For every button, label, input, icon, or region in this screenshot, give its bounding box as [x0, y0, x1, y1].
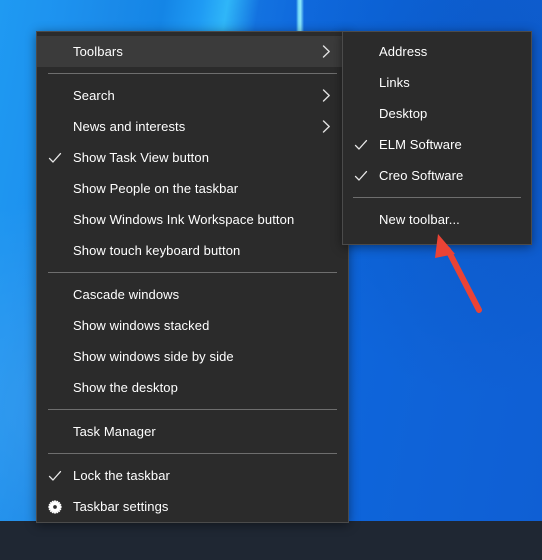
menu-item-lock-the-taskbar[interactable]: Lock the taskbar — [37, 460, 348, 491]
menu-item-icon-slot — [37, 372, 73, 403]
menu-item-icon-slot — [343, 67, 379, 98]
menu-item-label: Taskbar settings — [73, 499, 169, 514]
chevron-right-icon — [321, 45, 332, 58]
menu-item-label: Show Task View button — [73, 150, 210, 165]
toolbars-submenu[interactable]: Address Links Desktop ELM Software Creo Soft… — [342, 31, 532, 245]
check-icon — [48, 151, 62, 165]
menu-item-icon-slot — [37, 416, 73, 447]
menu-item-task-manager[interactable]: Task Manager — [37, 416, 348, 447]
submenu-item-new-toolbar[interactable]: New toolbar... — [343, 204, 531, 235]
menu-separator — [353, 197, 521, 198]
menu-item-show-touch-keyboard-button[interactable]: Show touch keyboard button — [37, 235, 348, 266]
menu-separator — [48, 409, 337, 410]
menu-item-show-the-desktop[interactable]: Show the desktop — [37, 372, 348, 403]
menu-item-icon-slot — [343, 129, 379, 160]
submenu-item-creo-software[interactable]: Creo Software — [343, 160, 531, 191]
menu-item-toolbars[interactable]: Toolbars — [37, 36, 348, 67]
menu-item-icon-slot — [37, 142, 73, 173]
submenu-item-address[interactable]: Address — [343, 36, 531, 67]
menu-item-label: Links — [379, 75, 410, 90]
menu-item-label: Address — [379, 44, 428, 59]
menu-item-icon-slot — [37, 111, 73, 142]
menu-item-label: Show People on the taskbar — [73, 181, 239, 196]
menu-item-show-task-view-button[interactable]: Show Task View button — [37, 142, 348, 173]
menu-item-show-windows-ink-workspace-button[interactable]: Show Windows Ink Workspace button — [37, 204, 348, 235]
taskbar-context-menu[interactable]: Toolbars Search News and interests Show Tas… — [36, 31, 349, 523]
menu-item-label: Cascade windows — [73, 287, 180, 302]
menu-item-submenu-slot — [318, 89, 334, 102]
menu-item-submenu-slot — [318, 120, 334, 133]
menu-item-icon-slot — [37, 279, 73, 310]
menu-item-label: Show windows stacked — [73, 318, 210, 333]
menu-item-search[interactable]: Search — [37, 80, 348, 111]
menu-item-icon-slot — [343, 160, 379, 191]
chevron-right-icon — [321, 89, 332, 102]
menu-item-icon-slot — [37, 36, 73, 67]
menu-item-label: Creo Software — [379, 168, 464, 183]
menu-item-show-windows-stacked[interactable]: Show windows stacked — [37, 310, 348, 341]
menu-item-label: Show windows side by side — [73, 349, 234, 364]
menu-item-label: ELM Software — [379, 137, 462, 152]
menu-item-news-and-interests[interactable]: News and interests — [37, 111, 348, 142]
check-icon — [354, 169, 368, 183]
menu-item-icon-slot — [37, 341, 73, 372]
menu-item-icon-slot — [37, 310, 73, 341]
menu-item-label: Search — [73, 88, 115, 103]
menu-separator — [48, 73, 337, 74]
menu-item-label: Show Windows Ink Workspace button — [73, 212, 295, 227]
gear-icon — [48, 499, 62, 514]
submenu-item-desktop[interactable]: Desktop — [343, 98, 531, 129]
menu-item-icon-slot — [37, 173, 73, 204]
menu-separator — [48, 272, 337, 273]
menu-item-label: News and interests — [73, 119, 186, 134]
check-icon — [48, 469, 62, 483]
menu-item-icon-slot — [37, 491, 73, 522]
submenu-item-elm-software[interactable]: ELM Software — [343, 129, 531, 160]
menu-item-icon-slot — [37, 80, 73, 111]
screen: Toolbars Search News and interests Show Tas… — [0, 0, 542, 560]
menu-item-icon-slot — [343, 36, 379, 67]
check-icon — [354, 138, 368, 152]
menu-item-show-windows-side-by-side[interactable]: Show windows side by side — [37, 341, 348, 372]
menu-item-icon-slot — [37, 204, 73, 235]
chevron-right-icon — [321, 120, 332, 133]
menu-item-icon-slot — [343, 204, 379, 235]
menu-item-icon-slot — [37, 460, 73, 491]
menu-item-label: Show the desktop — [73, 380, 178, 395]
menu-item-label: Desktop — [379, 106, 428, 121]
menu-item-icon-slot — [343, 98, 379, 129]
taskbar[interactable] — [0, 521, 542, 560]
menu-item-label: Lock the taskbar — [73, 468, 170, 483]
menu-item-submenu-slot — [318, 45, 334, 58]
menu-item-cascade-windows[interactable]: Cascade windows — [37, 279, 348, 310]
menu-item-label: New toolbar... — [379, 212, 460, 227]
menu-item-label: Toolbars — [73, 44, 123, 59]
menu-item-icon-slot — [37, 235, 73, 266]
submenu-item-links[interactable]: Links — [343, 67, 531, 98]
menu-separator — [48, 453, 337, 454]
menu-item-show-people-on-the-taskbar[interactable]: Show People on the taskbar — [37, 173, 348, 204]
menu-item-taskbar-settings[interactable]: Taskbar settings — [37, 491, 348, 522]
menu-item-label: Show touch keyboard button — [73, 243, 241, 258]
menu-item-label: Task Manager — [73, 424, 156, 439]
